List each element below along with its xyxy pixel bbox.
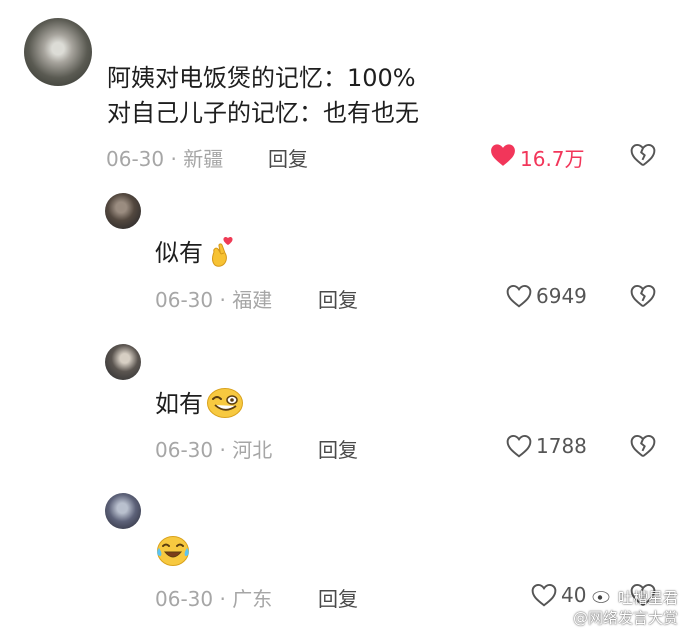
dislike-broken-heart-icon[interactable]: [630, 143, 656, 167]
avatar-reply-3[interactable]: [105, 493, 141, 529]
dislike-broken-heart-icon[interactable]: [630, 284, 656, 308]
reply-3-meta: 06-30 · 广东: [155, 583, 272, 612]
meta-separator: ·: [170, 147, 184, 171]
comment-date: 06-30: [106, 147, 165, 171]
meta-separator: ·: [219, 587, 233, 611]
avatar-reply-2[interactable]: [105, 344, 141, 380]
comment-location: 新疆: [183, 147, 224, 171]
like-outline-icon[interactable]: [531, 583, 557, 607]
reply-2-text: 如有: [155, 386, 203, 423]
like-count: 16.7万: [520, 147, 585, 171]
like-filled-icon[interactable]: [490, 143, 516, 167]
reply-2-meta: 06-30 · 河北: [155, 434, 272, 463]
finger-heart-emoji-icon: [207, 235, 239, 269]
like-outline-icon[interactable]: [506, 434, 532, 458]
watermark-line-1: 吐槽星君: [573, 587, 678, 608]
reply-3-date: 06-30: [155, 587, 214, 611]
reply-3-location: 广东: [232, 587, 273, 611]
reply-2-reply-button[interactable]: 回复: [318, 434, 358, 463]
watermark-author: 吐槽星君: [617, 588, 678, 607]
comment-line-1: 阿姨对电饭煲的记忆：100%: [107, 64, 416, 92]
reply-1-text: 似有: [155, 235, 203, 272]
reply-2-date: 06-30: [155, 438, 214, 462]
reply-2-location: 河北: [232, 438, 273, 462]
avatar-reply-1[interactable]: [105, 193, 141, 229]
avatar-commenter[interactable]: [24, 18, 92, 86]
comment-meta: 06-30 · 新疆: [106, 143, 223, 172]
reply-1-location: 福建: [232, 288, 273, 312]
watermark-handle: @网络发言大赏: [572, 609, 678, 627]
reply-button[interactable]: 回复: [268, 143, 308, 172]
reply-2-like-count: 1788: [536, 434, 587, 458]
grinning-face-emoji-icon: [206, 387, 244, 419]
reply-1-text-content: 似有: [155, 239, 203, 267]
meta-separator: ·: [219, 288, 233, 312]
comment-line-2: 对自己儿子的记忆：也有也无: [107, 99, 419, 127]
reply-1-date: 06-30: [155, 288, 214, 312]
dislike-broken-heart-icon[interactable]: [630, 434, 656, 458]
like-outline-icon[interactable]: [506, 284, 532, 308]
meta-separator: ·: [219, 438, 233, 462]
crying-laughing-emoji-icon: [156, 535, 190, 567]
reply-3-reply-button[interactable]: 回复: [318, 583, 358, 612]
reply-2-text-content: 如有: [155, 390, 203, 418]
watermark: 吐槽星君 @网络发言大赏: [573, 587, 678, 628]
reply-1-reply-button[interactable]: 回复: [318, 284, 358, 313]
weibo-logo-icon: [592, 587, 612, 608]
reply-1-like-count: 6949: [536, 284, 587, 308]
reply-1-meta: 06-30 · 福建: [155, 284, 272, 313]
